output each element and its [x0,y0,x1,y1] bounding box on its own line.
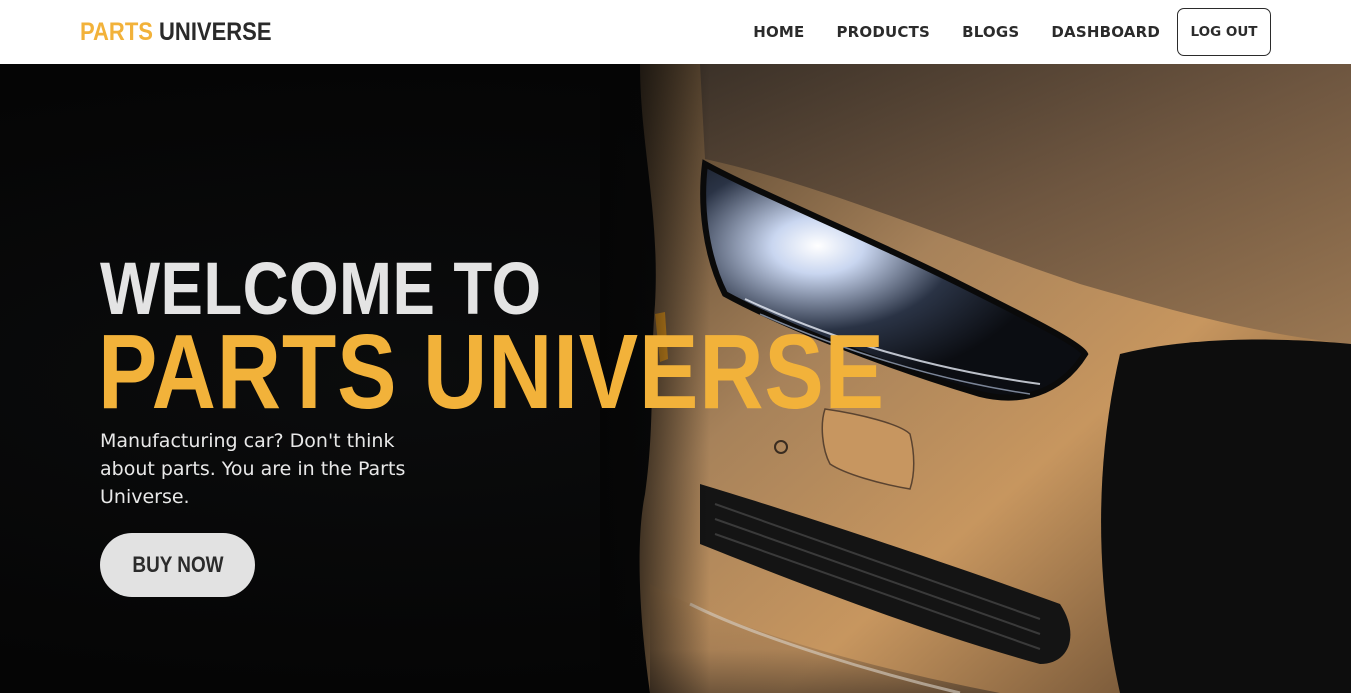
buy-now-label: BUY NOW [131,552,224,577]
nav-home-link[interactable]: HOME [753,23,804,41]
brand-part-2: UNIVERSE [159,18,272,46]
logout-button[interactable]: LOG OUT [1177,8,1271,56]
nav-blogs-link[interactable]: BLOGS [962,23,1019,41]
navbar: PARTS UNIVERSE HOME PRODUCTS BLOGS DASHB… [0,0,1351,64]
hero-title: PARTS UNIVERSE [98,313,885,431]
nav-products-link[interactable]: PRODUCTS [836,23,930,41]
nav-dashboard-link[interactable]: DASHBOARD [1051,23,1160,41]
brand-part-1: PARTS [80,18,153,46]
brand-logo[interactable]: PARTS UNIVERSE [80,18,272,47]
hero-section: WELCOME TO PARTS UNIVERSE Manufacturing … [0,64,1351,693]
nav-links: HOME PRODUCTS BLOGS DASHBOARD LOG OUT [753,0,1271,64]
hero-subtitle: Manufacturing car? Don't think about par… [100,430,406,508]
buy-now-button[interactable]: BUY NOW [100,533,255,597]
